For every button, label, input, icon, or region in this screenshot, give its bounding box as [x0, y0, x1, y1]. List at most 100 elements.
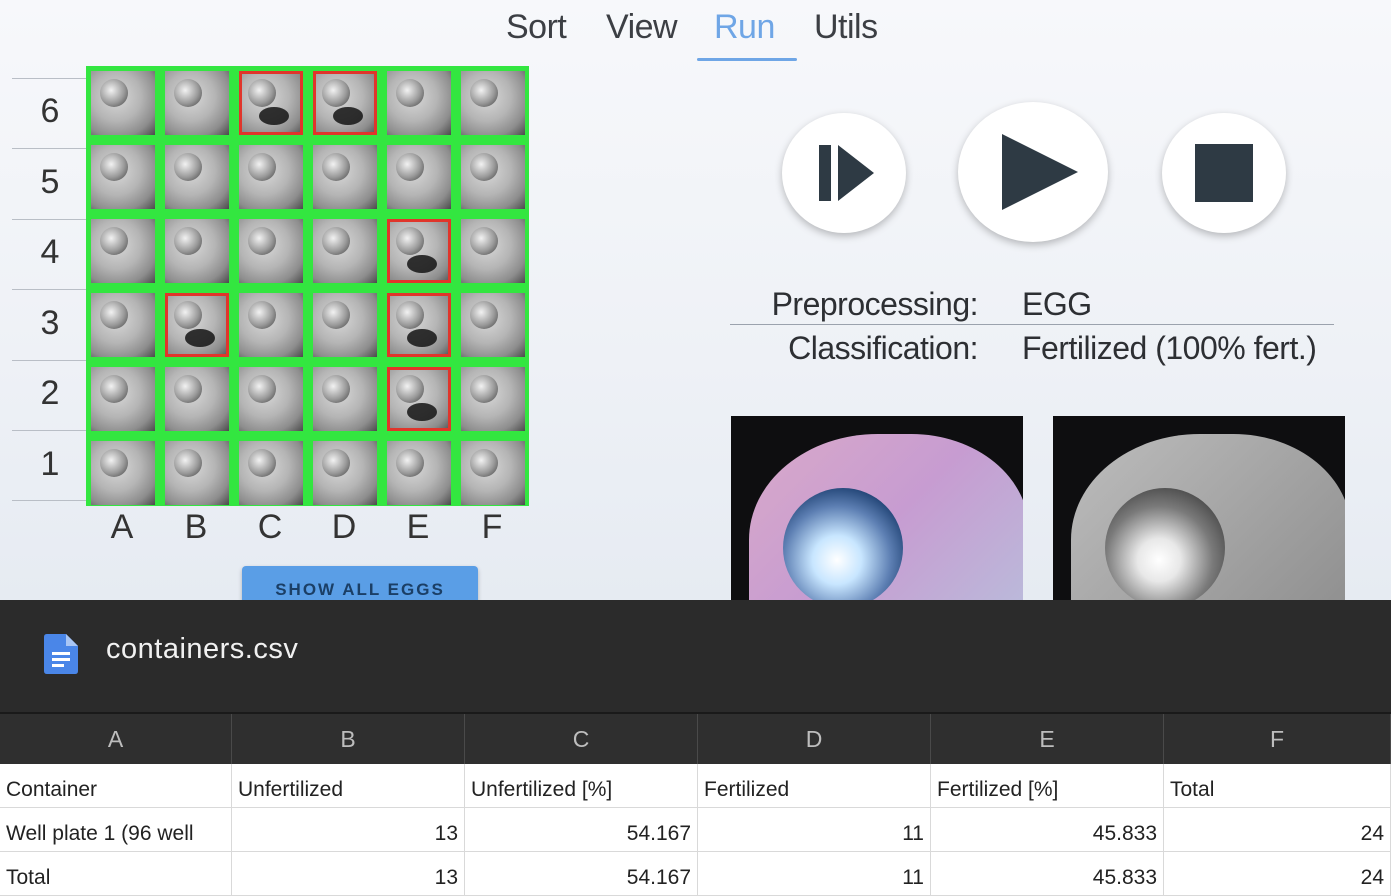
- well-e6[interactable]: [387, 71, 451, 135]
- cell-b3[interactable]: 13: [232, 852, 465, 896]
- well-b6[interactable]: [165, 71, 229, 135]
- cell-c2[interactable]: 54.167: [465, 808, 698, 852]
- well-a2[interactable]: [91, 367, 155, 431]
- cell-c1[interactable]: Unfertilized [%]: [465, 764, 698, 808]
- egg-yolk: [322, 227, 350, 255]
- cell-a1[interactable]: Container: [0, 764, 232, 808]
- well-c6[interactable]: [239, 71, 303, 135]
- menu-utils[interactable]: Utils: [814, 8, 878, 47]
- cell-b2[interactable]: 13: [232, 808, 465, 852]
- column-label-f: F: [481, 508, 503, 546]
- column-header-d[interactable]: D: [698, 714, 931, 764]
- well-a1[interactable]: [91, 441, 155, 505]
- well-c5[interactable]: [239, 145, 303, 209]
- well-b4[interactable]: [165, 219, 229, 283]
- well-d4[interactable]: [313, 219, 377, 283]
- well-e1[interactable]: [387, 441, 451, 505]
- well-f3[interactable]: [461, 293, 525, 357]
- egg-yolk: [396, 79, 424, 107]
- column-header-b[interactable]: B: [232, 714, 465, 764]
- egg-preview-color: [731, 416, 1023, 600]
- cell-a2[interactable]: Well plate 1 (96 well: [0, 808, 232, 852]
- cell-d1[interactable]: Fertilized: [698, 764, 931, 808]
- step-button[interactable]: [782, 113, 906, 233]
- cell-e2[interactable]: 45.833: [931, 808, 1164, 852]
- play-button[interactable]: [958, 102, 1108, 242]
- well-d6[interactable]: [313, 71, 377, 135]
- menu-sort[interactable]: Sort: [506, 8, 567, 47]
- row-label-2: 2: [40, 374, 60, 412]
- cell-e3[interactable]: 45.833: [931, 852, 1164, 896]
- well-d3[interactable]: [313, 293, 377, 357]
- cell-f1[interactable]: Total: [1164, 764, 1391, 808]
- well-f6[interactable]: [461, 71, 525, 135]
- cell-f3[interactable]: 24: [1164, 852, 1391, 896]
- show-all-eggs-button[interactable]: SHOW ALL EGGS: [242, 566, 478, 600]
- well-e5[interactable]: [387, 145, 451, 209]
- egg-yolk: [100, 79, 128, 107]
- egg-yolk: [470, 153, 498, 181]
- egg-yolk: [248, 449, 276, 477]
- cell-c3[interactable]: 54.167: [465, 852, 698, 896]
- cell-a3[interactable]: Total: [0, 852, 232, 896]
- well-f5[interactable]: [461, 145, 525, 209]
- well-a5[interactable]: [91, 145, 155, 209]
- cell-d3[interactable]: 11: [698, 852, 931, 896]
- column-header-c[interactable]: C: [465, 714, 698, 764]
- egg-yolk: [248, 301, 276, 329]
- column-header-a[interactable]: A: [0, 714, 232, 764]
- cell-d2[interactable]: 11: [698, 808, 931, 852]
- well-f2[interactable]: [461, 367, 525, 431]
- egg-yolk: [174, 227, 202, 255]
- egg-yolk: [396, 227, 424, 255]
- well-c2[interactable]: [239, 367, 303, 431]
- classification-label: Classification:: [788, 330, 978, 366]
- well-a4[interactable]: [91, 219, 155, 283]
- egg-yolk: [783, 488, 903, 600]
- classification-value: Fertilized (100% fert.): [1022, 330, 1317, 366]
- well-d5[interactable]: [313, 145, 377, 209]
- well-d2[interactable]: [313, 367, 377, 431]
- spreadsheet-grid: Container Unfertilized Unfertilized [%] …: [0, 764, 1391, 896]
- row-label-1: 1: [40, 445, 60, 483]
- well-b3[interactable]: [165, 293, 229, 357]
- well-a3[interactable]: [91, 293, 155, 357]
- well-f4[interactable]: [461, 219, 525, 283]
- info-divider: [730, 324, 1334, 325]
- column-header-f[interactable]: F: [1164, 714, 1391, 764]
- egg-yolk: [322, 79, 350, 107]
- cell-f2[interactable]: 24: [1164, 808, 1391, 852]
- egg-yolk: [470, 301, 498, 329]
- well-b1[interactable]: [165, 441, 229, 505]
- column-label-e: E: [406, 508, 430, 546]
- stop-button[interactable]: [1162, 113, 1286, 233]
- well-c3[interactable]: [239, 293, 303, 357]
- well-e3[interactable]: [387, 293, 451, 357]
- row-label-3: 3: [40, 304, 60, 342]
- egg-yolk: [174, 375, 202, 403]
- active-tab-indicator: [697, 58, 797, 61]
- well-b2[interactable]: [165, 367, 229, 431]
- well-plate: 6 5 4 3 2 1 A B C D E F: [0, 60, 560, 600]
- menu-run[interactable]: Run: [714, 8, 775, 47]
- cell-e1[interactable]: Fertilized [%]: [931, 764, 1164, 808]
- debris-spot: [407, 329, 437, 347]
- column-header-e[interactable]: E: [931, 714, 1164, 764]
- menu-view[interactable]: View: [606, 8, 678, 47]
- egg-yolk: [174, 79, 202, 107]
- well-c1[interactable]: [239, 441, 303, 505]
- row-separator: [12, 500, 87, 501]
- egg-yolk: [396, 301, 424, 329]
- well-c4[interactable]: [239, 219, 303, 283]
- egg-sorter-app: Sort View Run Utils 6 5 4 3 2 1 A B C D …: [0, 0, 1391, 600]
- well-a6[interactable]: [91, 71, 155, 135]
- cell-b1[interactable]: Unfertilized: [232, 764, 465, 808]
- row-label-4: 4: [40, 233, 60, 271]
- egg-yolk: [248, 79, 276, 107]
- well-e2[interactable]: [387, 367, 451, 431]
- well-f1[interactable]: [461, 441, 525, 505]
- well-e4[interactable]: [387, 219, 451, 283]
- well-d1[interactable]: [313, 441, 377, 505]
- well-b5[interactable]: [165, 145, 229, 209]
- column-label-a: A: [110, 508, 134, 546]
